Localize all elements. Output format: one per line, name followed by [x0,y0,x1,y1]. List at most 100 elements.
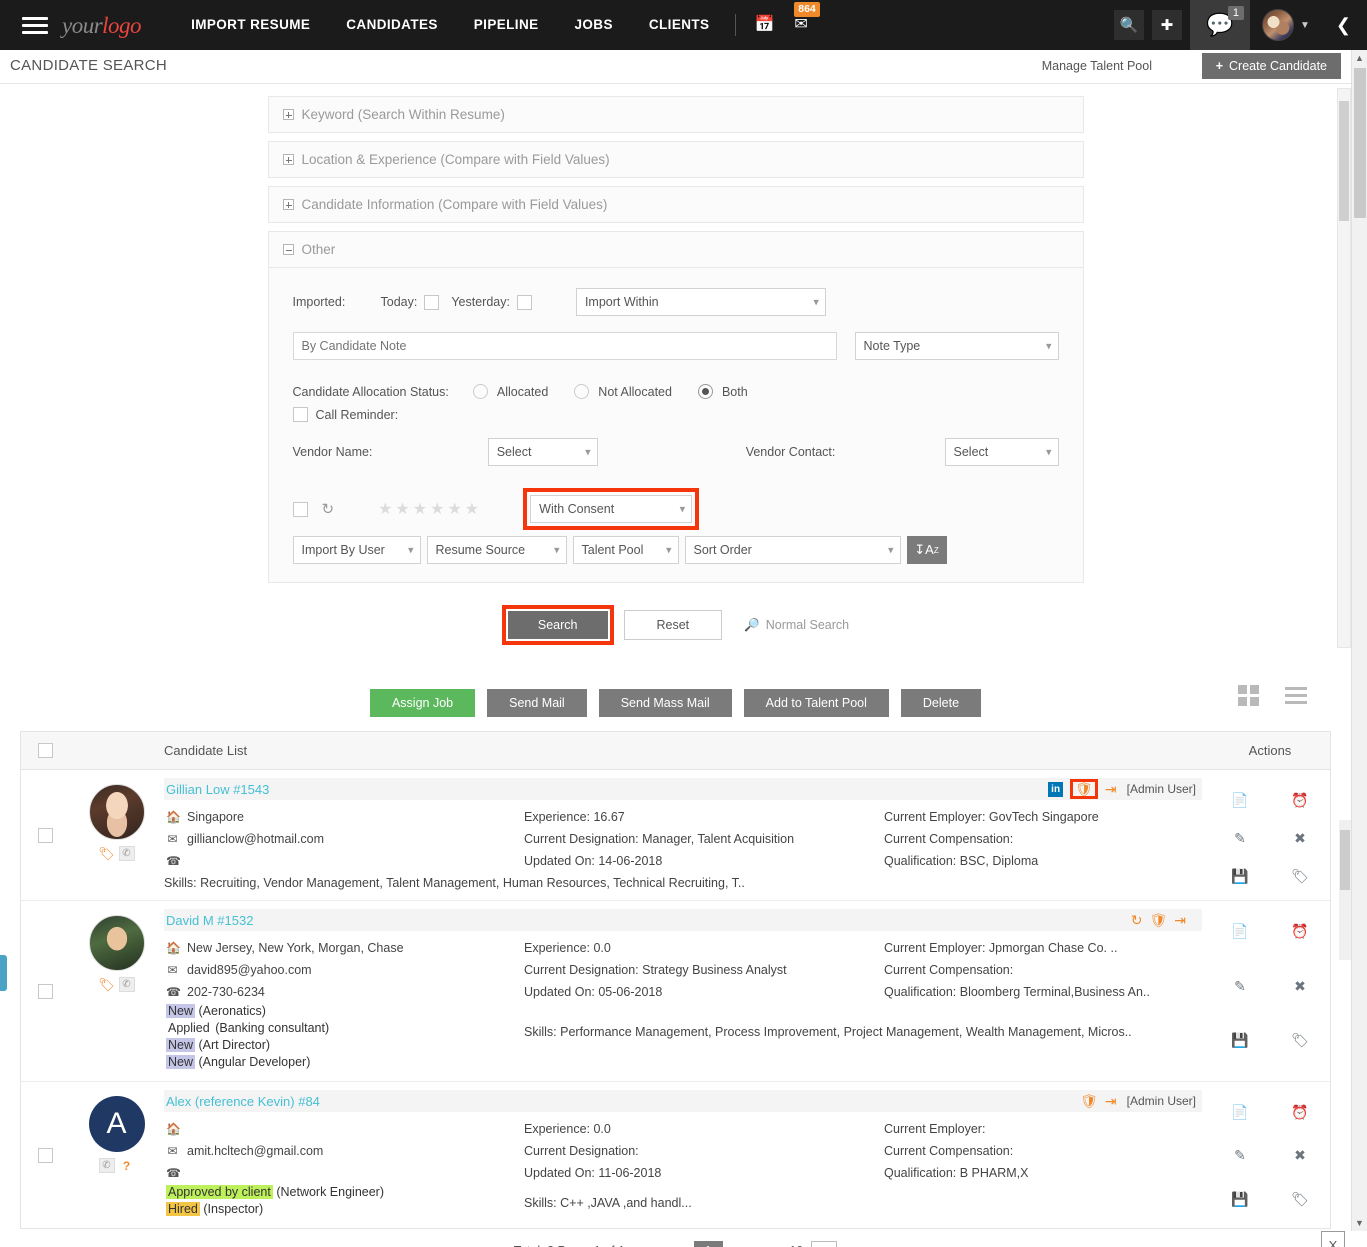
candidate-name-link[interactable]: David M #1532 [164,911,256,929]
accordion-keyword[interactable]: Keyword (Search Within Resume) [267,96,1084,133]
page-size-select[interactable]: ▼ [811,1241,838,1247]
resume-icon[interactable]: 📄 [1210,1098,1270,1141]
help-icon[interactable]: ? [119,1158,135,1173]
manage-talent-pool-link[interactable]: Manage Talent Pool [1042,59,1152,73]
vendor-contact-select[interactable]: Select [944,438,1059,466]
nav-item-import-resume[interactable]: IMPORT RESUME [173,0,328,50]
search-icon[interactable]: 🔍 [1114,10,1144,40]
import-by-user-select[interactable]: Import By User [292,536,421,564]
history-icon[interactable]: ⏰ [1270,786,1330,824]
shield-icon[interactable]: 🛡 [1080,1093,1098,1110]
vendor-name-select[interactable]: Select [487,438,598,466]
plus-icon[interactable]: ✚ [1152,10,1182,40]
star-icon[interactable]: ★ [413,499,427,519]
normal-search-link[interactable]: 🔎 Normal Search [744,618,849,633]
rating-stars[interactable]: ★ ★ ★ ★ ★ ★ [378,499,479,519]
call-icon[interactable]: ✆ [118,846,135,861]
accordion-location-experience[interactable]: Location & Experience (Compare with Fiel… [267,141,1084,178]
today-checkbox[interactable] [424,294,440,310]
refresh-icon[interactable]: ↻ [1131,912,1143,929]
inner-scrollbar[interactable] [1337,88,1351,648]
star-icon[interactable]: ★ [430,499,444,519]
talent-pool-select[interactable]: Talent Pool [572,536,679,564]
call-icon[interactable]: ✆ [98,1158,115,1173]
tag-icon[interactable]: 🏷 [98,846,115,861]
create-candidate-button[interactable]: + Create Candidate [1201,53,1341,79]
chat-icon[interactable]: 💬 1 [1190,0,1250,50]
radio-not-allocated[interactable] [574,384,590,399]
linkedin-icon[interactable]: in [1048,781,1064,797]
candidate-name-link[interactable]: Gillian Low #1543 [164,780,272,798]
nav-item-jobs[interactable]: JOBS [557,0,631,50]
scroll-down-arrow-icon[interactable]: ▼ [1355,1218,1364,1228]
send-mail-button-top[interactable]: Send Mail [487,689,587,717]
excel-export-icon[interactable]: X [1321,1231,1345,1247]
scroll-up-arrow-icon[interactable]: ▲ [1355,53,1364,63]
refresh-icon[interactable]: ↻ [322,500,335,518]
yesterday-checkbox[interactable] [516,294,532,310]
delete-button-top[interactable]: Delete [900,689,982,717]
star-icon[interactable]: ★ [395,499,409,519]
shield-icon[interactable]: 🛡 [1075,781,1093,797]
accordion-other[interactable]: Other [267,231,1084,268]
save-icon[interactable]: 💾 [1210,1185,1270,1228]
save-icon[interactable]: 💾 [1210,862,1270,900]
assign-job-button-top[interactable]: Assign Job [369,689,476,717]
delete-icon[interactable]: ✖ [1270,972,1330,1027]
star-icon[interactable]: ★ [447,499,461,519]
resume-icon[interactable]: 📄 [1210,917,1270,972]
login-as-icon[interactable]: ⇥ [1105,1093,1117,1110]
reset-button[interactable]: Reset [623,610,723,640]
left-side-tab-handle[interactable] [0,955,7,991]
search-button[interactable]: Search [507,611,608,639]
resume-source-select[interactable]: Resume Source [426,536,567,564]
chevron-left-icon[interactable]: ❮ [1320,15,1367,36]
consent-row-checkbox[interactable] [292,501,308,517]
call-reminder-checkbox[interactable] [292,407,308,422]
delete-icon[interactable]: ✖ [1270,824,1330,862]
row-checkbox[interactable] [37,827,53,843]
candidate-name-link[interactable]: Alex (reference Kevin) #84 [164,1092,322,1110]
page-scrollbar-thumb[interactable] [1354,68,1366,218]
list-scrollbar-thumb[interactable] [1340,830,1350,890]
add-to-talent-pool-button-top[interactable]: Add to Talent Pool [743,689,889,717]
candidate-note-input[interactable] [292,332,837,360]
app-logo[interactable]: yourlogo [62,12,142,39]
nav-item-pipeline[interactable]: PIPELINE [456,0,557,50]
row-checkbox[interactable] [37,1147,53,1163]
history-icon[interactable]: ⏰ [1270,917,1330,972]
shield-icon[interactable]: 🛡 [1149,912,1167,929]
note-type-select[interactable]: Note Type [854,332,1059,360]
hamburger-menu-icon[interactable] [12,16,58,34]
star-icon[interactable]: ★ [378,499,392,519]
mail-icon[interactable]: ✉ 864 [784,0,820,50]
nav-item-candidates[interactable]: CANDIDATES [328,0,456,50]
select-all-checkbox[interactable] [37,743,53,758]
delete-icon[interactable]: ✖ [1270,1141,1330,1184]
radio-allocated[interactable] [472,384,488,399]
current-page-button[interactable]: 1 [693,1241,723,1247]
nav-item-clients[interactable]: CLIENTS [631,0,728,50]
calendar-icon[interactable]: 📅 [744,0,784,50]
page-scrollbar[interactable]: ▲ ▼ [1351,50,1367,1231]
list-scrollbar[interactable] [1339,820,1351,960]
edit-icon[interactable]: ✎ [1210,1141,1270,1184]
login-as-icon[interactable]: ⇥ [1174,912,1186,929]
list-view-icon[interactable] [1285,687,1307,704]
login-as-icon[interactable]: ⇥ [1105,781,1117,798]
resume-icon[interactable]: 📄 [1210,786,1270,824]
history-icon[interactable]: ⏰ [1270,1098,1330,1141]
user-avatar-menu[interactable]: ▼ [1250,9,1320,41]
call-icon[interactable]: ✆ [118,977,135,992]
accordion-candidate-information[interactable]: Candidate Information (Compare with Fiel… [267,186,1084,223]
tag-icon[interactable]: 🏷 [1270,1026,1330,1081]
import-within-select[interactable]: Import Within [575,288,826,316]
tag-icon[interactable]: 🏷 [1270,862,1330,900]
sort-az-icon[interactable]: ↧A Z [906,536,947,564]
consent-select[interactable]: With Consent [530,495,693,523]
edit-icon[interactable]: ✎ [1210,824,1270,862]
star-icon[interactable]: ★ [465,499,479,519]
grid-view-icon[interactable] [1238,685,1259,706]
tag-icon[interactable]: 🏷 [1270,1185,1330,1228]
tag-icon[interactable]: 🏷 [98,977,115,992]
